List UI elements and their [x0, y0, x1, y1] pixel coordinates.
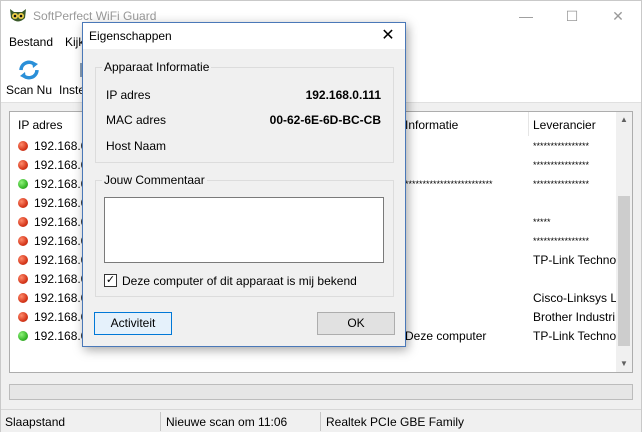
scroll-down-icon[interactable]: ▼	[616, 356, 632, 372]
mac-label: MAC adres	[106, 113, 167, 127]
scroll-thumb[interactable]	[618, 196, 630, 346]
status-green-icon	[18, 331, 28, 341]
status-next-scan: Nieuwe scan om 11:06	[166, 415, 288, 429]
status-red-icon	[18, 141, 28, 151]
menu-file[interactable]: Bestand	[9, 35, 53, 49]
status-red-icon	[18, 274, 28, 284]
scan-now-button[interactable]: Scan Nu	[5, 55, 53, 101]
row-vendor: *****	[533, 217, 551, 227]
refresh-icon	[19, 60, 39, 80]
comment-group: Jouw Commentaar ✓ Deze computer of dit a…	[95, 173, 394, 297]
dialog-title-bar: Eigenschappen ✕	[83, 23, 405, 49]
column-ip[interactable]: IP adres	[18, 118, 62, 132]
dialog-title: Eigenschappen	[89, 29, 172, 43]
scan-now-label: Scan Nu	[5, 83, 53, 97]
column-info[interactable]: Informatie	[405, 118, 458, 132]
dialog-close-button[interactable]: ✕	[375, 25, 401, 47]
status-red-icon	[18, 236, 28, 246]
status-red-icon	[18, 198, 28, 208]
app-title: SoftPerfect WiFi Guard	[33, 9, 157, 23]
scroll-up-icon[interactable]: ▲	[616, 112, 632, 128]
row-vendor: ****************	[533, 236, 590, 246]
row-vendor: ****************	[533, 141, 590, 151]
properties-dialog: Eigenschappen ✕ Apparaat Informatie IP a…	[82, 22, 406, 347]
host-label: Host Naam	[106, 139, 167, 153]
maximize-button[interactable]: ☐	[549, 1, 595, 31]
known-device-label[interactable]: Deze computer of dit apparaat is mij bek…	[122, 274, 357, 288]
row-vendor: ****************	[533, 179, 590, 189]
device-info-group: Apparaat Informatie IP adres 192.168.0.1…	[95, 60, 394, 163]
status-red-icon	[18, 217, 28, 227]
row-vendor: ****************	[533, 160, 590, 170]
ip-value: 192.168.0.111	[305, 88, 381, 102]
status-red-icon	[18, 312, 28, 322]
comment-group-label: Jouw Commentaar	[102, 173, 207, 187]
status-divider	[160, 412, 161, 431]
status-red-icon	[18, 255, 28, 265]
row-vendor: Cisco-Linksys L	[533, 291, 617, 305]
activity-button[interactable]: Activiteit	[94, 312, 172, 335]
minimize-button[interactable]: —	[503, 1, 549, 31]
known-device-checkbox[interactable]: ✓	[104, 274, 117, 287]
mac-value: 00-62-6E-6D-BC-CB	[269, 113, 381, 127]
device-info-group-label: Apparaat Informatie	[102, 60, 212, 74]
row-vendor: TP-Link Techno	[533, 329, 617, 343]
comment-input[interactable]	[104, 197, 384, 263]
settings-icon	[80, 63, 84, 77]
status-red-icon	[18, 160, 28, 170]
close-window-button[interactable]: ✕	[595, 1, 641, 31]
row-info: Deze computer	[405, 329, 487, 343]
row-info: *************************	[405, 179, 493, 189]
status-adapter: Realtek PCIe GBE Family	[326, 415, 465, 429]
row-vendor: TP-Link Techno	[533, 253, 617, 267]
status-bar: Slaapstand Nieuwe scan om 11:06 Realtek …	[1, 409, 641, 432]
owl-logo-icon	[10, 9, 26, 22]
row-vendor: Brother Industri	[533, 310, 616, 324]
status-mode: Slaapstand	[5, 415, 66, 429]
ip-label: IP adres	[106, 88, 151, 102]
vertical-scrollbar[interactable]: ▲ ▼	[616, 112, 632, 372]
column-separator[interactable]	[528, 112, 529, 136]
status-green-icon	[18, 179, 28, 189]
ok-button[interactable]: OK	[317, 312, 395, 335]
status-red-icon	[18, 293, 28, 303]
column-vendor[interactable]: Leverancier	[533, 118, 596, 132]
status-divider	[320, 412, 321, 431]
scan-progress-bar	[9, 384, 633, 400]
